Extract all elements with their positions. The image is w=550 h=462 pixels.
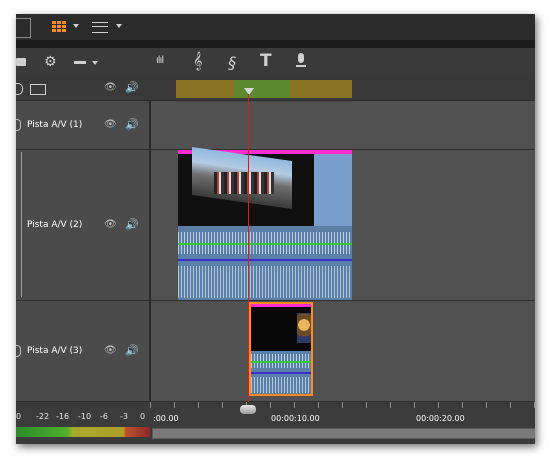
speaker-icon[interactable]: 🔊 xyxy=(125,344,139,357)
audio-waveform xyxy=(251,351,311,394)
eye-icon[interactable]: 👁 xyxy=(104,82,117,93)
video-clip[interactable] xyxy=(178,146,352,300)
link-icon[interactable] xyxy=(16,345,21,357)
level-meter-bar xyxy=(16,427,150,437)
track-area-2[interactable] xyxy=(150,146,535,301)
top-bar xyxy=(16,14,535,40)
horizontal-scrollbar[interactable] xyxy=(152,428,535,439)
snap-icon[interactable] xyxy=(74,61,86,64)
speaker-icon[interactable]: 🔊 xyxy=(125,81,139,94)
link-icon[interactable] xyxy=(16,83,23,95)
link-icon[interactable] xyxy=(16,119,21,131)
meter-label: -16 xyxy=(56,412,70,421)
music-icon[interactable]: 𝄞 xyxy=(193,51,202,71)
meter-label: 0 xyxy=(140,412,146,421)
meter-label: -3 xyxy=(120,412,128,421)
meter-label: 0 xyxy=(16,412,22,421)
add-track-icon[interactable] xyxy=(30,84,46,95)
track-name: Pista A/V (2) xyxy=(27,220,83,230)
selected-clip[interactable] xyxy=(249,302,313,396)
header-divider[interactable] xyxy=(149,100,151,444)
title-icon[interactable]: T xyxy=(260,51,272,71)
chevron-down-icon[interactable] xyxy=(92,61,98,65)
track-settings-icon[interactable] xyxy=(16,58,26,66)
toolbar: ⚙ ılıl 𝄞 § T xyxy=(16,48,535,79)
time-label: :00.00 xyxy=(153,414,179,423)
chevron-down-icon[interactable] xyxy=(73,24,79,28)
ruler-row: 👁 🔊 xyxy=(16,78,535,101)
scrub-handle[interactable] xyxy=(240,405,256,414)
track-header-2[interactable]: Pista A/V (2) 👁 🔊 xyxy=(16,150,150,301)
gear-icon[interactable]: ⚙ xyxy=(44,54,57,70)
audio-waveform xyxy=(178,226,352,300)
clip-thumbnail xyxy=(178,146,314,226)
speaker-icon[interactable]: 🔊 xyxy=(125,118,139,131)
timeline-ruler[interactable] xyxy=(176,80,352,98)
timeline-window: ⚙ ılıl 𝄞 § T 👁 🔊 Pista A/V (1) 👁 🔊 Pista… xyxy=(16,14,535,444)
track-header-1[interactable]: Pista A/V (1) 👁 🔊 xyxy=(16,101,150,150)
chevron-down-icon[interactable] xyxy=(116,24,122,28)
speaker-icon[interactable]: 🔊 xyxy=(125,218,139,231)
time-label: 00:00:20.00 xyxy=(416,414,465,423)
audio-meter: 0 -22 -16 -10 -6 -3 0 xyxy=(16,402,150,444)
time-ruler[interactable]: :00.00 00:00:10.00 00:00:20.00 xyxy=(150,402,535,444)
meter-label: -10 xyxy=(78,412,92,421)
track-group-line xyxy=(21,152,22,297)
sound-effect-icon[interactable]: § xyxy=(228,53,236,72)
track-name: Pista A/V (1) xyxy=(27,120,83,130)
playhead-marker[interactable] xyxy=(244,88,254,95)
time-label: 00:00:10.00 xyxy=(271,414,320,423)
playhead-line[interactable] xyxy=(248,94,249,402)
eye-icon[interactable]: 👁 xyxy=(104,219,117,230)
track-area-1[interactable] xyxy=(150,101,535,150)
grid-view-icon[interactable] xyxy=(52,21,66,32)
microphone-icon[interactable] xyxy=(296,53,306,67)
meter-label: -6 xyxy=(100,412,108,421)
audio-levels-icon[interactable]: ılıl xyxy=(156,55,164,66)
track-name: Pista A/V (3) xyxy=(27,346,83,356)
meter-label: -22 xyxy=(36,412,50,421)
separator xyxy=(16,40,535,48)
clip-thumbnail xyxy=(251,307,311,351)
eye-icon[interactable]: 👁 xyxy=(104,119,117,130)
eye-icon[interactable]: 👁 xyxy=(104,345,117,356)
track-area-3[interactable] xyxy=(150,301,535,402)
panel-corner-icon xyxy=(16,18,31,38)
ruler-ticks xyxy=(150,402,535,408)
list-view-icon[interactable] xyxy=(92,22,108,33)
track-header-3[interactable]: Pista A/V (3) 👁 🔊 xyxy=(16,301,150,402)
